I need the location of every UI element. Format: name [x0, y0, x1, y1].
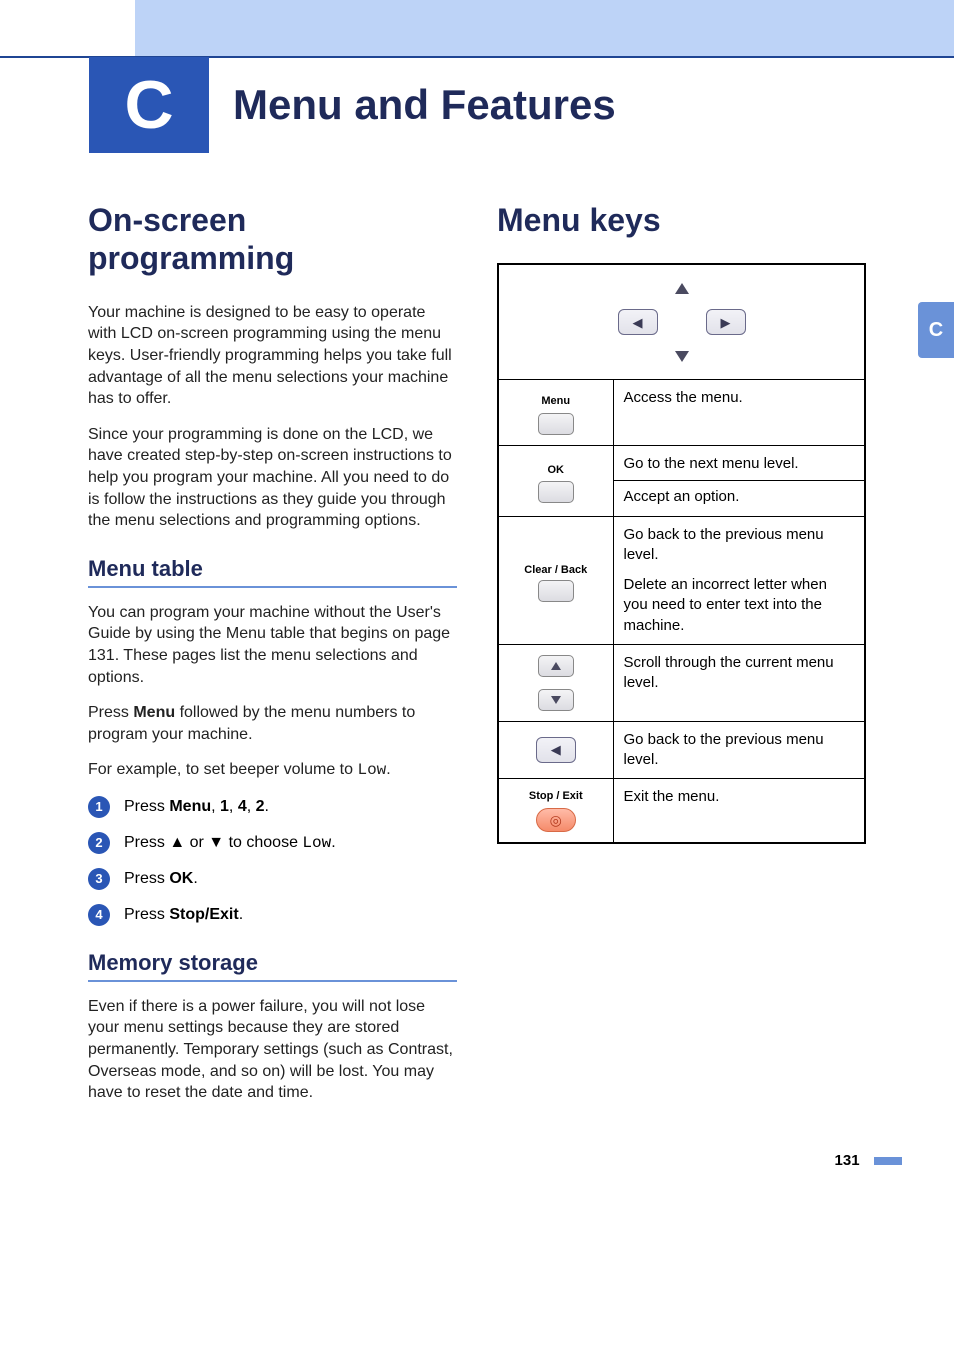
arrow-left-button: ◀ — [618, 309, 658, 335]
table-row: ◀ Go back to the previous menu level. — [498, 721, 865, 779]
step-text: Press OK. — [124, 870, 198, 888]
clear-back-key-desc: Go back to the previous menu level. Dele… — [613, 516, 865, 644]
step-text: Press Menu, 1, 4, 2. — [124, 798, 269, 816]
table-row: OK Go to the next menu level. Accept an … — [498, 446, 865, 517]
heading-menu-keys: Menu keys — [497, 201, 866, 239]
heading-onscreen-programming: On-screen programming — [88, 201, 457, 278]
menu-keys-table: ◀ ▶ Menu Access the menu. — [497, 263, 866, 844]
chapter-title: Menu and Features — [233, 81, 616, 129]
chapter-hero: C Menu and Features — [0, 57, 954, 153]
menu-table-para-1: You can program your machine without the… — [88, 602, 457, 688]
menu-key-icon: Menu — [538, 394, 574, 435]
menu-key-desc: Access the menu. — [613, 380, 865, 446]
step-3: 3 Press OK. — [88, 868, 457, 890]
step-1: 1 Press Menu, 1, 4, 2. — [88, 796, 457, 818]
table-row: Menu Access the menu. — [498, 380, 865, 446]
dpad-row: ◀ ▶ — [498, 264, 865, 380]
step-text: Press ▲ or ▼ to choose Low. — [124, 834, 336, 852]
step-badge: 4 — [88, 904, 110, 926]
up-down-key-desc: Scroll through the current menu level. — [613, 644, 865, 721]
dpad-diagram: ◀ ▶ — [618, 273, 746, 371]
two-column-content: On-screen programming Your machine is de… — [0, 153, 954, 1128]
intro-para-2: Since your programming is done on the LC… — [88, 424, 457, 532]
up-down-key-icon — [538, 655, 574, 711]
page-footer: 131 — [0, 1128, 954, 1194]
heading-memory-storage: Memory storage — [88, 950, 457, 982]
top-header-band — [0, 0, 954, 58]
heading-menu-table: Menu table — [88, 556, 457, 588]
menu-table-para-3: For example, to set beeper volume to Low… — [88, 759, 457, 782]
page-number: 131 — [835, 1152, 860, 1169]
step-badge: 2 — [88, 832, 110, 854]
menu-table-para-2: Press Menu followed by the menu numbers … — [88, 702, 457, 745]
clear-back-key-icon: Clear / Back — [524, 564, 587, 602]
appendix-badge: C — [89, 57, 209, 153]
left-key-desc: Go back to the previous menu level. — [613, 721, 865, 779]
step-badge: 1 — [88, 796, 110, 818]
step-text: Press Stop/Exit. — [124, 906, 243, 924]
arrow-right-button: ▶ — [706, 309, 746, 335]
stop-exit-key-icon: Stop / Exit ◎ — [529, 789, 583, 832]
table-row: Clear / Back Go back to the previous men… — [498, 516, 865, 644]
step-badge: 3 — [88, 868, 110, 890]
ok-key-icon: OK — [538, 463, 574, 504]
left-column: On-screen programming Your machine is de… — [88, 201, 457, 1104]
step-2: 2 Press ▲ or ▼ to choose Low. — [88, 832, 457, 854]
stop-exit-key-desc: Exit the menu. — [613, 779, 865, 843]
page-accent-bar — [874, 1157, 902, 1165]
memory-para: Even if there is a power failure, you wi… — [88, 996, 457, 1104]
step-4: 4 Press Stop/Exit. — [88, 904, 457, 926]
table-row: Scroll through the current menu level. — [498, 644, 865, 721]
left-key-icon: ◀ — [536, 737, 576, 763]
right-column: Menu keys ◀ ▶ — [497, 201, 866, 1104]
arrow-down-icon — [675, 351, 689, 362]
table-row: Stop / Exit ◎ Exit the menu. — [498, 779, 865, 843]
step-list: 1 Press Menu, 1, 4, 2. 2 Press ▲ or ▼ to… — [88, 796, 457, 926]
ok-key-desc: Go to the next menu level. Accept an opt… — [613, 446, 865, 517]
intro-para-1: Your machine is designed to be easy to o… — [88, 302, 457, 410]
arrow-up-icon — [675, 283, 689, 294]
side-thumb-tab: C — [918, 302, 954, 358]
